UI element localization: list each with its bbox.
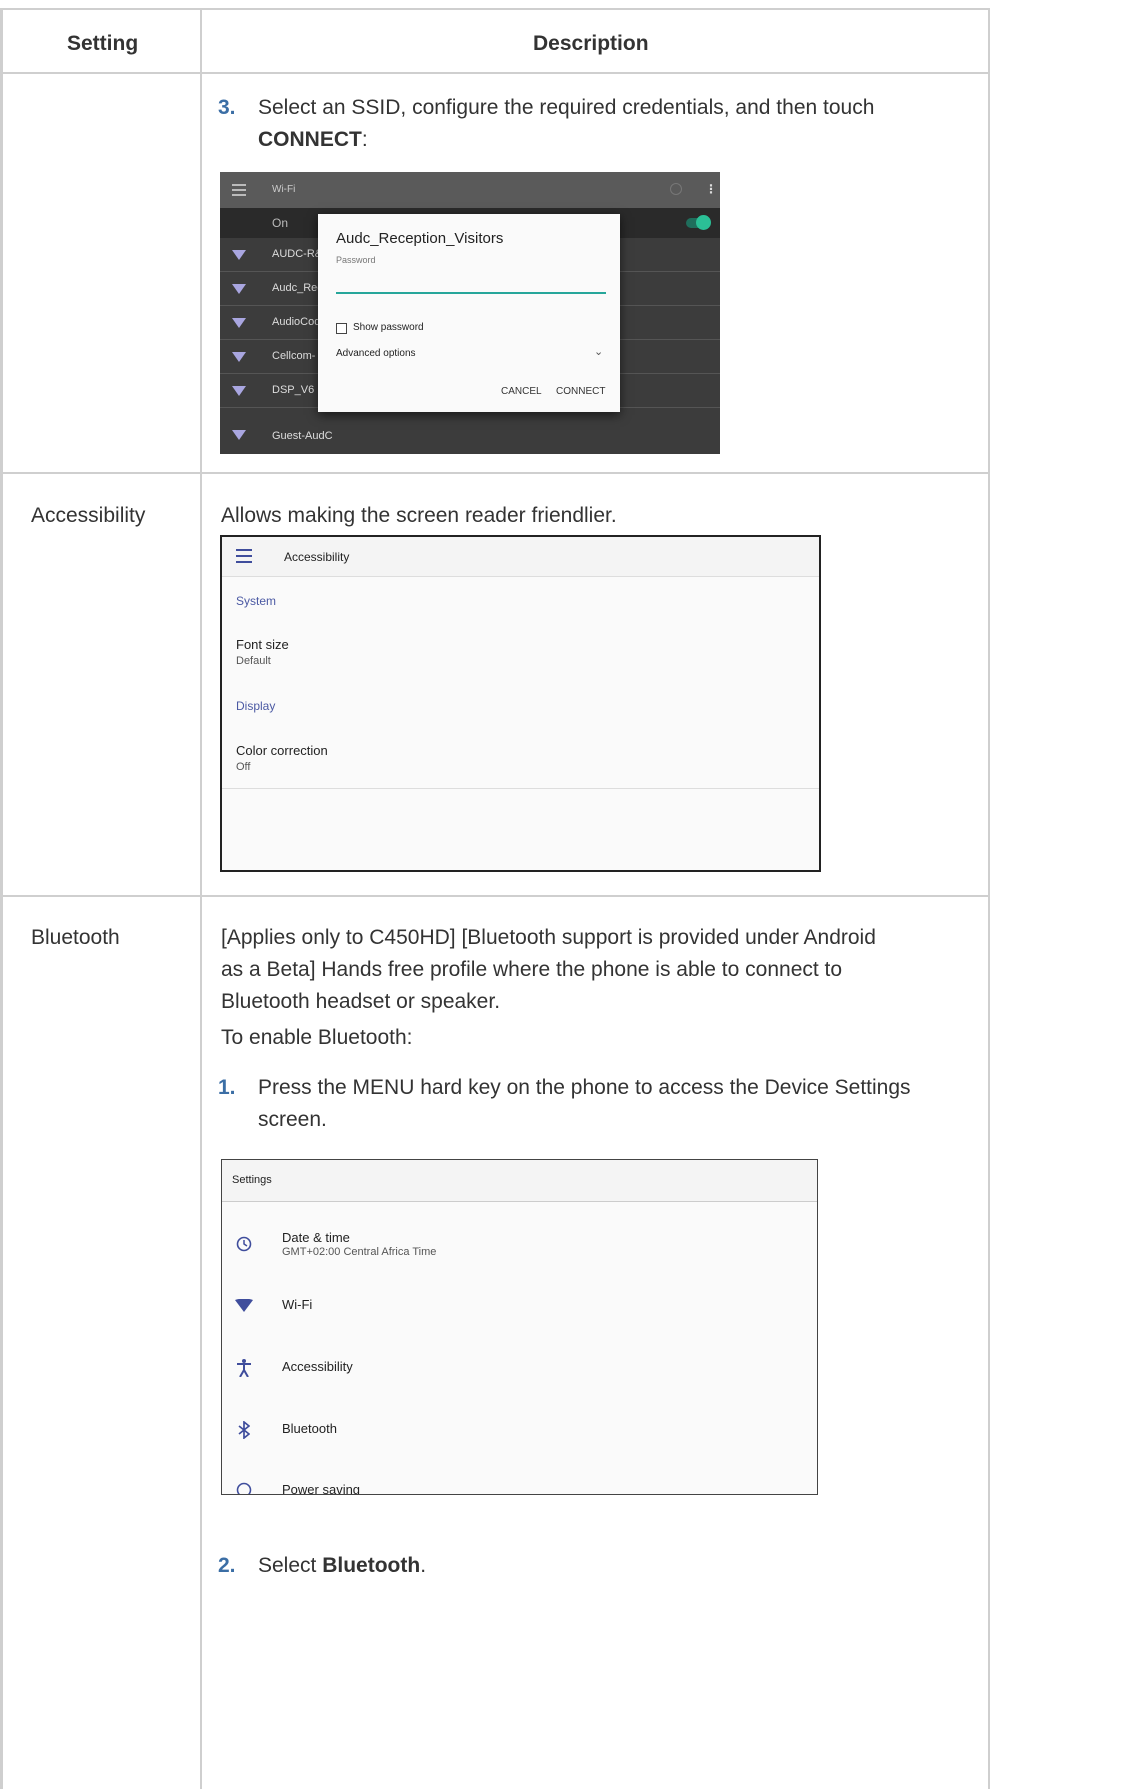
color-correction-item[interactable]: Color correction (236, 743, 328, 758)
font-size-value: Default (236, 655, 271, 667)
wifi-toggle-knob (696, 215, 711, 230)
bluetooth-step1-number: 1. (218, 1076, 236, 1099)
settings-screenshot: Settings Date & time GMT+02:00 Central A… (221, 1159, 818, 1495)
wifi-step-text: Select an SSID, configure the required c… (258, 96, 875, 151)
network-name: Audc_Rec (272, 282, 323, 294)
wifi-icon (232, 1293, 256, 1317)
connect-dialog: Audc_Reception_Visitors Password Show pa… (318, 214, 620, 412)
settings-item-date-time-sub: GMT+02:00 Central Africa Time (282, 1246, 437, 1258)
setting-accessibility: Accessibility (31, 504, 146, 527)
wifi-lock-icon (232, 250, 246, 260)
network-name: Guest-AudC (272, 430, 333, 442)
power-icon (232, 1478, 256, 1494)
clock-icon (232, 1232, 256, 1256)
more-icon: ⋮ (705, 182, 717, 196)
bluetooth-step2-text: Select Bluetooth. (258, 1554, 427, 1577)
menu-icon (232, 184, 246, 196)
column-divider (200, 10, 202, 1789)
show-password-label: Show password (353, 322, 424, 333)
wifi-lock-icon (232, 284, 246, 294)
connect-button[interactable]: CONNECT (556, 386, 605, 397)
wifi-icon (232, 430, 246, 440)
row-divider (3, 895, 990, 897)
network-name: AudioCod (272, 316, 321, 328)
accessibility-topbar: Accessibility (222, 537, 819, 577)
row-divider (3, 472, 990, 474)
settings-item-power-saving[interactable]: Power saving (282, 1482, 360, 1494)
header-setting: Setting (67, 32, 139, 55)
cancel-button[interactable]: CANCEL (501, 386, 542, 397)
wifi-on-label: On (272, 216, 289, 230)
bluetooth-step2-number: 2. (218, 1554, 236, 1577)
wifi-screenshot: Wi-Fi ⋮ On AUDC-R& Audc_Rec AudioCod Cel… (220, 172, 720, 454)
wifi-lock-icon (232, 386, 246, 396)
divider (222, 788, 819, 789)
table-right-border (988, 10, 990, 1789)
wifi-lock-icon (232, 352, 246, 362)
section-system: System (236, 594, 277, 608)
network-row: Guest-AudC (220, 408, 720, 442)
chevron-down-icon[interactable]: ⌄ (594, 345, 603, 358)
bluetooth-to-enable: To enable Bluetooth: (221, 1026, 413, 1049)
accessibility-icon (232, 1356, 256, 1380)
header-divider (3, 72, 990, 74)
network-name: AUDC-R& (272, 248, 323, 260)
advanced-options[interactable]: Advanced options (336, 348, 416, 359)
header-description: Description (533, 32, 649, 55)
dialog-ssid: Audc_Reception_Visitors (336, 230, 504, 247)
password-label: Password (336, 255, 376, 265)
wifi-title: Wi-Fi (272, 184, 296, 195)
accessibility-description: Allows making the screen reader friendli… (221, 504, 617, 527)
show-password-checkbox[interactable] (336, 323, 347, 334)
wifi-lock-icon (232, 318, 246, 328)
settings-title: Settings (232, 1174, 272, 1186)
settings-item-date-time[interactable]: Date & time (282, 1230, 350, 1245)
bluetooth-step1-text: Press the MENU hard key on the phone to … (258, 1076, 911, 1131)
setting-bluetooth: Bluetooth (31, 926, 120, 949)
font-size-item[interactable]: Font size (236, 637, 289, 652)
settings-item-wifi[interactable]: Wi-Fi (282, 1297, 312, 1312)
accessibility-screenshot: Accessibility System Font size Default D… (220, 535, 821, 872)
search-icon (670, 183, 682, 195)
settings-item-accessibility[interactable]: Accessibility (282, 1359, 353, 1374)
bluetooth-description: [Applies only to C450HD] [Bluetooth supp… (221, 926, 876, 1013)
wifi-step-number: 3. (218, 96, 236, 119)
menu-icon (236, 549, 252, 563)
password-input[interactable] (336, 292, 606, 294)
settings-topbar: Settings (222, 1160, 817, 1202)
color-correction-value: Off (236, 761, 251, 773)
wifi-topbar: Wi-Fi ⋮ (220, 172, 720, 208)
accessibility-title: Accessibility (284, 550, 350, 564)
section-display: Display (236, 699, 276, 713)
network-name: Cellcom- (272, 350, 316, 362)
settings-item-bluetooth[interactable]: Bluetooth (282, 1421, 337, 1436)
bluetooth-icon (232, 1418, 256, 1442)
network-name: DSP_V6 (272, 384, 315, 396)
